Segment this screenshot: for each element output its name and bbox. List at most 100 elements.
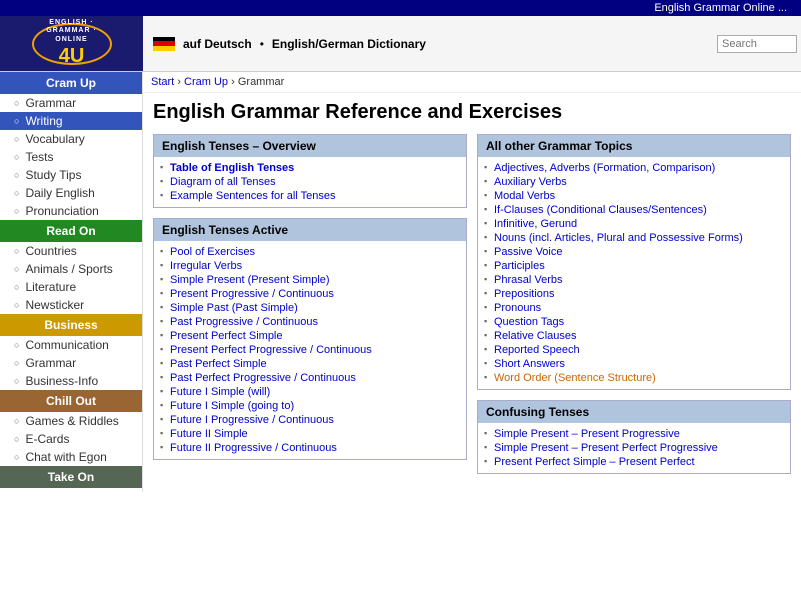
tenses-overview-link[interactable]: Diagram of all Tenses [160,175,460,189]
sidebar-item-e-cards[interactable]: ○ E-Cards [0,430,142,448]
tenses-overview-link[interactable]: Example Sentences for all Tenses [160,189,460,203]
breadcrumb-start[interactable]: Start [151,76,174,88]
sidebar-section-read-on: Read On [0,220,142,242]
sidebar-item-countries[interactable]: ○Countries [0,242,142,260]
other-topics-link[interactable]: If-Clauses (Conditional Clauses/Sentence… [484,203,784,217]
logo-text: ENGLISH · GRAMMAR · ONLINE [34,19,110,44]
tenses-overview-header: English Tenses – Overview [154,135,466,157]
sidebar-item-writing[interactable]: ○ Writing [0,112,142,130]
sidebar-item-grammar-b[interactable]: ○Grammar [0,354,142,372]
sidebar-item-tests[interactable]: ○Tests [0,148,142,166]
sidebar-item-label-business-info: Business-Info [25,374,98,388]
other-topics-link[interactable]: Participles [484,259,784,273]
tenses-active-link[interactable]: Future I Simple (going to) [160,399,460,413]
deutsch-link[interactable]: auf Deutsch [183,37,252,51]
other-topics-link[interactable]: Relative Clauses [484,329,784,343]
other-topics-link[interactable]: Infinitive, Gerund [484,217,784,231]
other-topics-link[interactable]: Nouns (incl. Articles, Plural and Posses… [484,231,784,245]
tenses-active-link[interactable]: Past Progressive / Continuous [160,315,460,329]
header: ENGLISH · GRAMMAR · ONLINE 4U auf Deutsc… [0,16,801,72]
tenses-overview-content: Table of English TensesDiagram of all Te… [154,157,466,207]
main-content: English Grammar Reference and Exercises … [143,93,801,492]
tenses-active-box: English Tenses Active Pool of ExercisesI… [153,218,467,460]
top-bar: English Grammar Online ... [0,0,801,16]
logo: ENGLISH · GRAMMAR · ONLINE 4U [0,16,143,71]
search-area [717,35,797,53]
sidebar-item-label-chat-egon: Chat with Egon [25,450,106,464]
tenses-active-link[interactable]: Simple Past (Past Simple) [160,301,460,315]
sidebar-section-business: Business [0,314,142,336]
bullet-icon: ○ [14,434,19,444]
bullet-icon: ○ [14,116,19,126]
sidebar-item-label-literature: Literature [25,280,76,294]
other-topics-link[interactable]: Phrasal Verbs [484,273,784,287]
tenses-overview-link[interactable]: Table of English Tenses [160,161,460,175]
bullet-icon: ○ [14,300,19,310]
content-grid: English Tenses – Overview Table of Engli… [153,134,791,484]
other-topics-link[interactable]: Modal Verbs [484,189,784,203]
other-topics-link[interactable]: Reported Speech [484,343,784,357]
tenses-active-link[interactable]: Future I Progressive / Continuous [160,413,460,427]
bullet-icon: ○ [14,264,19,274]
sidebar-item-animals-sports[interactable]: ○ Animals / Sports [0,260,142,278]
bullet-icon: ○ [14,358,19,368]
other-topics-link[interactable]: Auxiliary Verbs [484,175,784,189]
other-topics-link[interactable]: Word Order (Sentence Structure) [484,371,784,385]
other-topics-link[interactable]: Adjectives, Adverbs (Formation, Comparis… [484,161,784,175]
sidebar-item-communication[interactable]: ○Communication [0,336,142,354]
other-topics-link[interactable]: Short Answers [484,357,784,371]
sidebar-item-label-animals-sports: Animals / Sports [25,262,112,276]
tenses-active-link[interactable]: Past Perfect Progressive / Continuous [160,371,460,385]
sidebar-item-label-e-cards: E-Cards [25,432,69,446]
sidebar-item-grammar[interactable]: ○ Grammar [0,94,142,112]
bullet-icon: ○ [14,340,19,350]
sidebar-item-label-pronunciation: Pronunciation [25,204,98,218]
tenses-active-link[interactable]: Past Perfect Simple [160,357,460,371]
other-topics-link[interactable]: Question Tags [484,315,784,329]
right-panel: Start › Cram Up › Grammar English Gramma… [143,72,801,492]
dict-link[interactable]: English/German Dictionary [272,37,426,51]
sidebar-item-daily-english[interactable]: ○Daily English [0,184,142,202]
confusing-tenses-link[interactable]: Simple Present – Present Perfect Progres… [484,441,784,455]
sidebar-section-cram-up: Cram Up [0,72,142,94]
tenses-active-link[interactable]: Irregular Verbs [160,259,460,273]
other-topics-link[interactable]: Passive Voice [484,245,784,259]
breadcrumb: Start › Cram Up › Grammar [143,72,801,93]
tenses-active-link[interactable]: Pool of Exercises [160,245,460,259]
confusing-tenses-content: Simple Present – Present ProgressiveSimp… [478,423,790,473]
other-topics-link[interactable]: Pronouns [484,301,784,315]
sidebar-item-label-daily-english: Daily English [25,186,94,200]
other-topics-content: Adjectives, Adverbs (Formation, Comparis… [478,157,790,389]
search-input[interactable] [717,35,797,53]
tenses-active-link[interactable]: Present Perfect Simple [160,329,460,343]
bullet-icon: ○ [14,98,19,108]
sidebar-item-business-info[interactable]: ○Business-Info [0,372,142,390]
lang-bar: auf Deutsch • English/German Dictionary [143,16,801,71]
sidebar-item-chat-egon[interactable]: ○Chat with Egon [0,448,142,466]
sidebar-item-vocabulary[interactable]: ○Vocabulary [0,130,142,148]
sidebar-item-pronunciation[interactable]: ○Pronunciation [0,202,142,220]
tenses-active-link[interactable]: Simple Present (Present Simple) [160,273,460,287]
sidebar-item-games-riddles[interactable]: ○Games & Riddles [0,412,142,430]
confusing-tenses-header: Confusing Tenses [478,401,790,423]
tenses-active-link[interactable]: Future II Simple [160,427,460,441]
tenses-active-header: English Tenses Active [154,219,466,241]
sidebar-item-label-writing: Writing [25,114,62,128]
tenses-active-link[interactable]: Future I Simple (will) [160,385,460,399]
confusing-tenses-link[interactable]: Simple Present – Present Progressive [484,427,784,441]
confusing-tenses-box: Confusing Tenses Simple Present – Presen… [477,400,791,474]
sidebar-item-study-tips[interactable]: ○Study Tips [0,166,142,184]
tenses-active-link[interactable]: Present Perfect Progressive / Continuous [160,343,460,357]
confusing-tenses-link[interactable]: Present Perfect Simple – Present Perfect [484,455,784,469]
sidebar-item-label-grammar: Grammar [25,96,76,110]
other-topics-box: All other Grammar Topics Adjectives, Adv… [477,134,791,390]
right-column: All other Grammar Topics Adjectives, Adv… [477,134,791,484]
tenses-active-link[interactable]: Present Progressive / Continuous [160,287,460,301]
sidebar-item-newsticker[interactable]: ○ Newsticker [0,296,142,314]
sidebar-item-label-newsticker: Newsticker [25,298,84,312]
other-topics-link[interactable]: Prepositions [484,287,784,301]
breadcrumb-cram-up[interactable]: Cram Up [184,76,228,88]
tenses-active-link[interactable]: Future II Progressive / Continuous [160,441,460,455]
sidebar-item-literature[interactable]: ○Literature [0,278,142,296]
page-title: English Grammar Reference and Exercises [153,101,791,124]
